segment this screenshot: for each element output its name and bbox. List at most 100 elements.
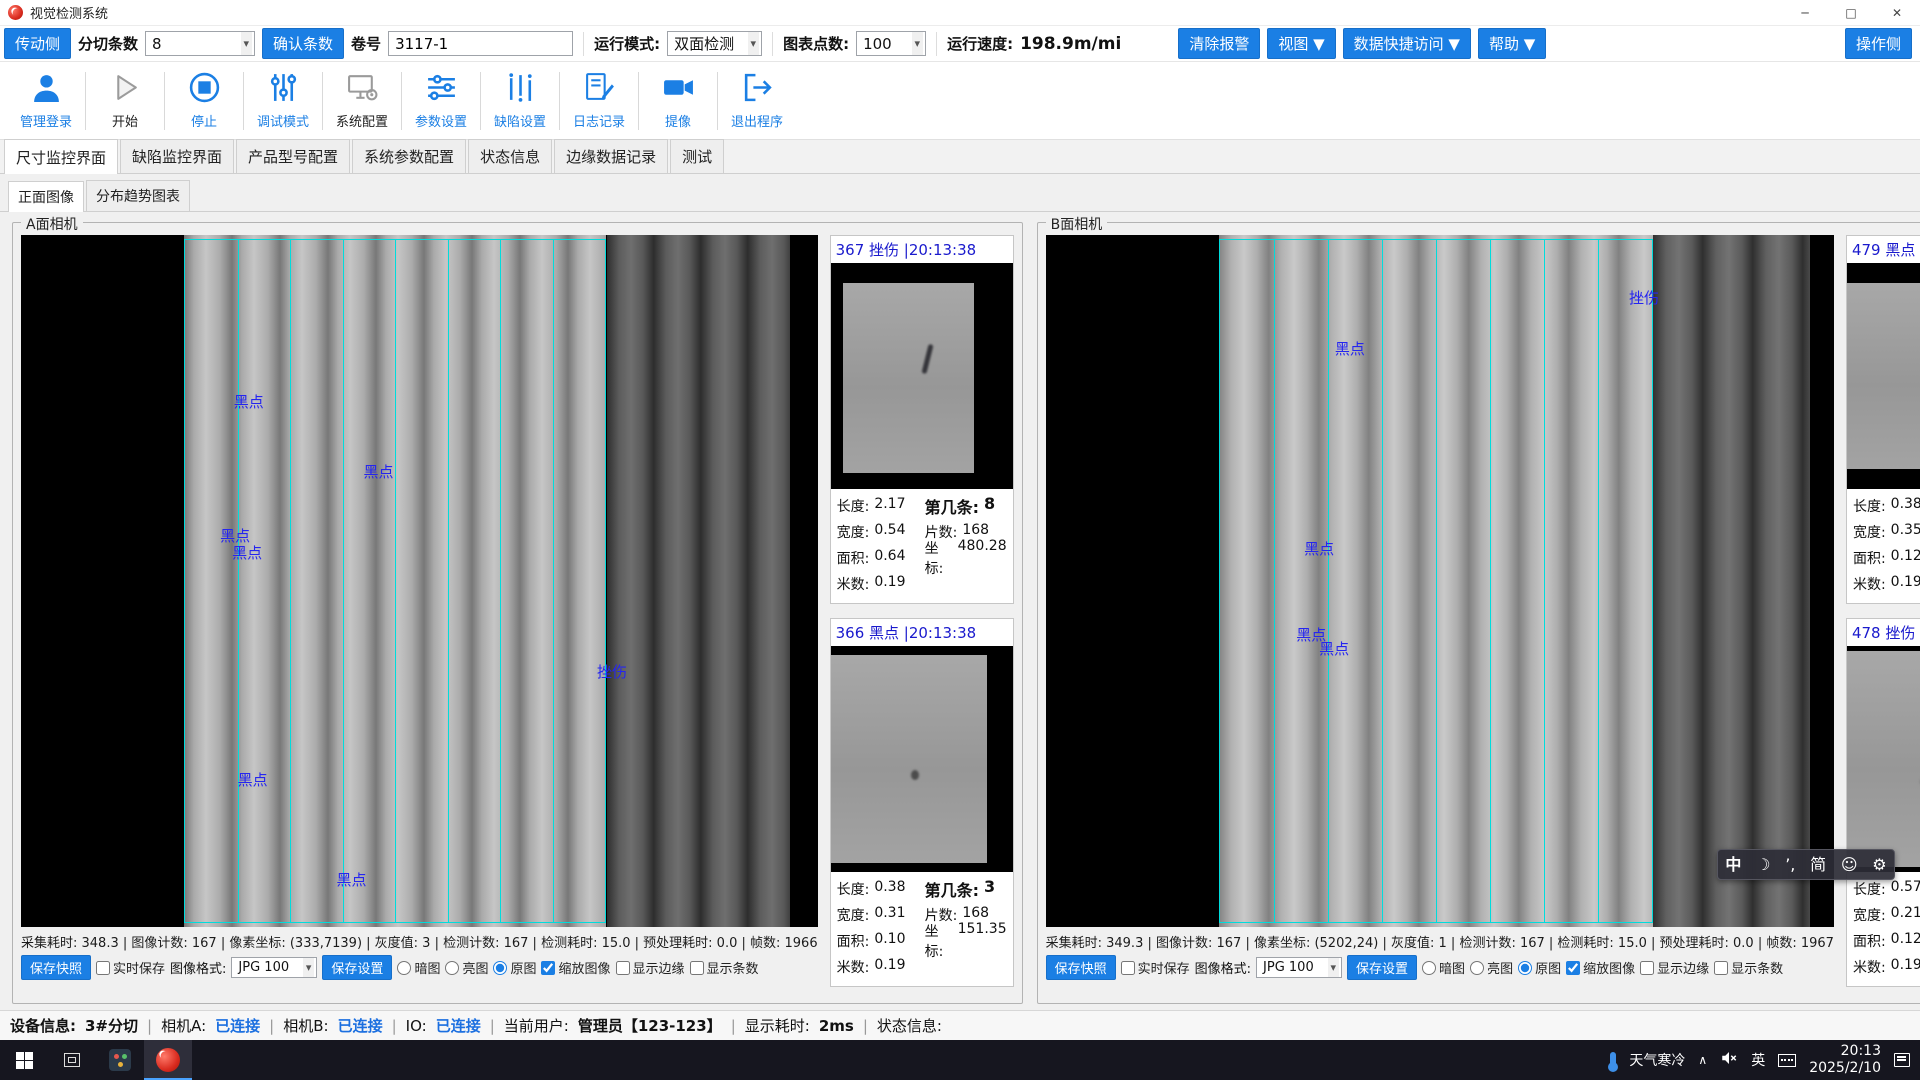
show-edge-checkbox[interactable]: 显示边缘 (616, 958, 685, 977)
defect-card: 366 黑点 |20:13:38 长度:0.38第几条:3 宽度:0.31片数:… (830, 618, 1014, 987)
data-quick-access-button[interactable]: 数据快捷访问 ▼ (1343, 28, 1471, 59)
dark-image-radio[interactable]: 暗图 (1422, 958, 1465, 977)
roll-input[interactable] (388, 31, 573, 56)
temperature-icon[interactable] (1610, 1052, 1616, 1069)
maximize-button[interactable]: □ (1828, 0, 1874, 25)
clear-alarm-button[interactable]: 清除报警 (1178, 28, 1260, 59)
task-view-icon (64, 1053, 80, 1067)
tray-expand-icon[interactable]: ∧ (1698, 1053, 1707, 1067)
defect-card: 479 黑点 |20:13:38 长度:0.38第几条:4 宽度:0.35片数:… (1846, 235, 1920, 604)
titlebar: 视觉检测系统 ─ □ ✕ (0, 0, 1920, 26)
stat-label: 宽度: (837, 522, 870, 542)
checkbox-label: 显示条数 (1731, 958, 1783, 977)
camera-a-status: 已连接 (215, 1015, 260, 1036)
current-user-label: 当前用户: (504, 1015, 569, 1036)
save-snapshot-button[interactable]: 保存快照 (21, 955, 91, 980)
stat-value: 151.35 (958, 921, 1007, 961)
zoom-image-checkbox[interactable]: 缩放图像 (541, 958, 610, 977)
stat-value: 0.19 (1891, 957, 1920, 977)
start-button[interactable]: 开始 (89, 71, 161, 130)
defect-settings-button[interactable]: 缺陷设置 (484, 71, 556, 130)
realtime-save-checkbox[interactable]: 实时保存 (1121, 958, 1190, 977)
close-button[interactable]: ✕ (1874, 0, 1920, 25)
realtime-save-checkbox[interactable]: 实时保存 (96, 958, 165, 977)
touch-keyboard-icon[interactable] (1778, 1054, 1796, 1067)
strip-divider (343, 240, 344, 922)
bright-image-radio[interactable]: 亮图 (1470, 958, 1513, 977)
ime-chinese-mode[interactable]: 中 (1725, 857, 1741, 873)
zoom-image-checkbox[interactable]: 缩放图像 (1566, 958, 1635, 977)
bright-image-radio[interactable]: 亮图 (445, 958, 488, 977)
image-format-select[interactable]: JPG 100 ▾ (231, 957, 317, 978)
confirm-count-button[interactable]: 确认条数 (262, 28, 344, 59)
tab-system-params[interactable]: 系统参数配置 (352, 139, 466, 173)
clock[interactable]: 20:13 2025/2/10 (1809, 1043, 1881, 1078)
help-menu-button[interactable]: 帮助 ▼ (1478, 28, 1546, 59)
original-image-radio[interactable]: 原图 (493, 958, 536, 977)
tab-product-model[interactable]: 产品型号配置 (236, 139, 350, 173)
debug-mode-button[interactable]: 调试模式 (247, 71, 319, 130)
stat-label: 面积: (1853, 548, 1886, 568)
defect-label: 黑点 (1319, 638, 1349, 659)
view-menu-button[interactable]: 视图 ▼ (1267, 28, 1335, 59)
log-document-icon (583, 71, 616, 108)
show-edge-checkbox[interactable]: 显示边缘 (1640, 958, 1709, 977)
defect-detail-column: 367 挫伤 |20:13:38 长度:2.17第几条:8 宽度:0.54片数:… (830, 235, 1014, 997)
panel-title: A面相机 (21, 214, 83, 234)
separator (583, 32, 584, 56)
subtab-distribution-chart[interactable]: 分布趋势图表 (86, 180, 190, 211)
system-config-button[interactable]: 系统配置 (326, 71, 398, 130)
user-icon (30, 71, 63, 108)
save-snapshot-button[interactable]: 保存快照 (1046, 955, 1116, 980)
original-image-radio[interactable]: 原图 (1518, 958, 1561, 977)
log-record-button[interactable]: 日志记录 (563, 71, 635, 130)
taskbar-app-vision-system[interactable] (144, 1040, 192, 1080)
camera-status-line: 采集耗时: 348.3 | 图像计数: 167 | 像素坐标: (333,713… (21, 932, 818, 951)
param-settings-button[interactable]: 参数设置 (405, 71, 477, 130)
action-center-icon[interactable] (1894, 1053, 1910, 1067)
admin-login-button[interactable]: 管理登录 (10, 71, 82, 130)
subtab-front-image[interactable]: 正面图像 (8, 181, 84, 212)
operator-side-button[interactable]: 操作侧 (1845, 28, 1912, 59)
separator: | (147, 1017, 152, 1035)
icon-label: 调试模式 (257, 111, 309, 130)
run-mode-select[interactable]: 双面检测 ▾ (667, 31, 762, 56)
strip-divider (395, 240, 396, 922)
start-button[interactable] (0, 1040, 48, 1080)
tab-size-monitor[interactable]: 尺寸监控界面 (4, 139, 118, 174)
save-settings-button[interactable]: 保存设置 (1347, 955, 1417, 980)
stat-value: 0.64 (874, 548, 905, 568)
defect-label: 黑点 (336, 869, 366, 890)
stat-label: 米数: (1853, 574, 1886, 594)
tab-test[interactable]: 测试 (670, 139, 724, 173)
icon-label: 提像 (665, 111, 691, 130)
moon-icon[interactable]: ☽ (1756, 857, 1770, 873)
image-format-select[interactable]: JPG 100 ▾ (1256, 957, 1342, 978)
content-area: 正面图像 分布趋势图表 A面相机 黑点 黑点 黑点 黑点 (0, 174, 1920, 1010)
taskbar-app-1[interactable] (96, 1040, 144, 1080)
show-count-checkbox[interactable]: 显示条数 (690, 958, 759, 977)
capture-button[interactable]: 提像 (642, 71, 714, 130)
minimize-button[interactable]: ─ (1782, 0, 1828, 25)
save-settings-button[interactable]: 保存设置 (322, 955, 392, 980)
task-view-button[interactable] (48, 1040, 96, 1080)
stop-button[interactable]: 停止 (168, 71, 240, 130)
show-count-checkbox[interactable]: 显示条数 (1714, 958, 1783, 977)
emoji-icon[interactable]: ☺ (1841, 857, 1858, 873)
punctuation-icon[interactable]: ’, (1785, 857, 1795, 873)
input-lang-indicator[interactable]: 英 (1751, 1050, 1765, 1070)
stat-label: 米数: (837, 574, 870, 594)
simplified-chinese-icon[interactable]: 简 (1810, 857, 1826, 873)
system-tray: 天气寒冷 ∧ 英 20:13 2025/2/10 (1610, 1040, 1920, 1080)
volume-muted-icon[interactable] (1720, 1049, 1738, 1071)
drive-side-button[interactable]: 传动侧 (4, 28, 71, 59)
tab-status-info[interactable]: 状态信息 (468, 139, 552, 173)
weather-label[interactable]: 天气寒冷 (1629, 1050, 1685, 1070)
slit-count-select[interactable]: 8 ▾ (145, 31, 255, 56)
exit-button[interactable]: 退出程序 (721, 71, 793, 130)
tab-defect-monitor[interactable]: 缺陷监控界面 (120, 139, 234, 173)
chart-points-select[interactable]: 100 ▾ (856, 31, 926, 56)
stat-label: 坐标: (925, 538, 953, 578)
tab-edge-data[interactable]: 边缘数据记录 (554, 139, 668, 173)
dark-image-radio[interactable]: 暗图 (397, 958, 440, 977)
